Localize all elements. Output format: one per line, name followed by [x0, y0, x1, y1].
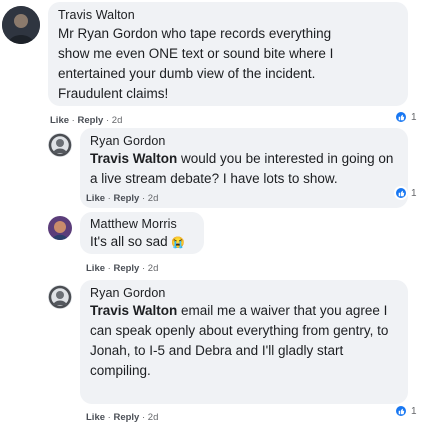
thumbs-up-icon: [394, 404, 408, 418]
avatar-ryan-gordon[interactable]: [48, 285, 72, 309]
reaction-number: 1: [411, 187, 417, 199]
reaction-count[interactable]: 1: [394, 110, 417, 124]
timestamp[interactable]: 2d: [148, 412, 159, 423]
thumbs-up-icon: [394, 186, 408, 200]
comment-bubble: Travis Walton Mr Ryan Gordon who tape re…: [48, 2, 408, 106]
reply-actions: Like · Reply · 2d: [86, 193, 159, 204]
reply-bubble: Matthew Morris It's all so sad 😭: [80, 212, 204, 254]
reply-actions: Like · Reply · 2d: [86, 263, 159, 274]
avatar-travis-walton[interactable]: [2, 6, 40, 44]
reply-text-content: It's all so sad: [90, 234, 172, 249]
like-link[interactable]: Like: [86, 412, 105, 423]
reply-text: Travis Walton would you be interested in…: [90, 149, 398, 189]
reply-link[interactable]: Reply: [113, 412, 139, 423]
reply-author[interactable]: Ryan Gordon: [90, 286, 398, 300]
comment-actions: Like · Reply · 2d: [50, 115, 123, 126]
reply-text: Travis Walton email me a waiver that you…: [90, 301, 398, 381]
reaction-number: 1: [411, 111, 417, 123]
thumbs-up-icon: [394, 110, 408, 124]
mention-link[interactable]: Travis Walton: [90, 151, 177, 166]
profile-photo-icon: [48, 285, 72, 309]
reply-text: It's all so sad 😭: [90, 232, 194, 253]
timestamp[interactable]: 2d: [148, 263, 159, 274]
avatar-matthew-morris[interactable]: [48, 216, 72, 240]
reply-link[interactable]: Reply: [77, 115, 103, 126]
profile-photo-icon: [48, 216, 72, 240]
like-link[interactable]: Like: [50, 115, 69, 126]
crying-face-icon: 😭: [171, 237, 186, 249]
like-link[interactable]: Like: [86, 263, 105, 274]
profile-photo-icon: [2, 6, 40, 44]
reaction-count[interactable]: 1: [394, 404, 417, 418]
comment-author[interactable]: Travis Walton: [58, 8, 398, 22]
avatar-ryan-gordon[interactable]: [48, 133, 72, 157]
reply-link[interactable]: Reply: [113, 193, 139, 204]
comment-text: Mr Ryan Gordon who tape records everythi…: [58, 26, 334, 101]
reply-bubble: Ryan Gordon Travis Walton email me a wai…: [80, 280, 408, 404]
reply-actions: Like · Reply · 2d: [86, 412, 159, 423]
mention-link[interactable]: Travis Walton: [90, 303, 177, 318]
reply-author[interactable]: Matthew Morris: [90, 217, 194, 231]
reaction-number: 1: [411, 405, 417, 417]
reaction-count[interactable]: 1: [394, 186, 417, 200]
reply-author[interactable]: Ryan Gordon: [90, 134, 398, 148]
profile-photo-icon: [48, 133, 72, 157]
timestamp[interactable]: 2d: [112, 115, 123, 126]
like-link[interactable]: Like: [86, 193, 105, 204]
timestamp[interactable]: 2d: [148, 193, 159, 204]
reply-link[interactable]: Reply: [113, 263, 139, 274]
